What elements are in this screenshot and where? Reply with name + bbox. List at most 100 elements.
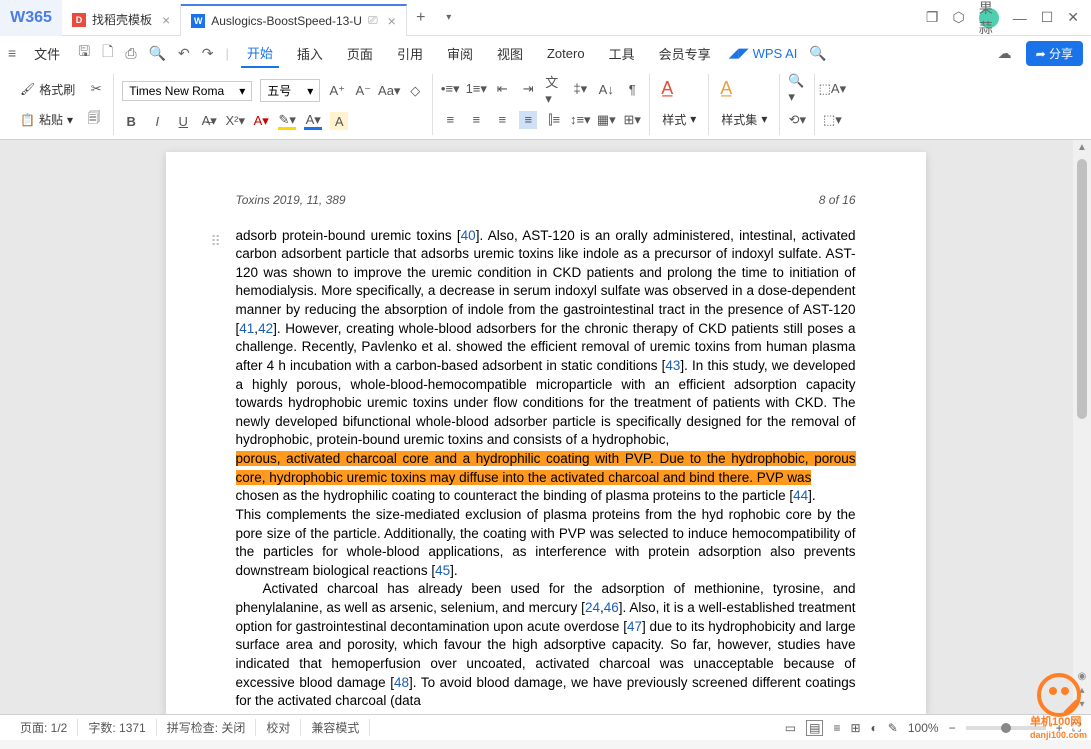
close-icon[interactable]: × xyxy=(388,13,396,29)
ref-link[interactable]: 45 xyxy=(435,563,450,578)
new-icon[interactable]: 🗋 xyxy=(102,41,113,65)
format-brush-button[interactable]: 🖌 格式刷 xyxy=(16,79,79,100)
bold-button[interactable]: B xyxy=(122,112,140,130)
menu-zotero[interactable]: Zotero xyxy=(541,42,591,65)
spacing-icon[interactable]: ↕≡▾ xyxy=(571,111,589,129)
minimize-button[interactable]: — xyxy=(1013,10,1027,26)
align-justify-icon[interactable]: ≡ xyxy=(519,111,537,129)
save-icon[interactable]: 🖫 xyxy=(78,41,90,65)
menu-view[interactable]: 视图 xyxy=(491,40,529,67)
document-area[interactable]: ⠿ Toxins 2019, 11, 389 8 of 16 adsorb pr… xyxy=(0,140,1091,714)
zoom-out-button[interactable]: − xyxy=(949,721,956,735)
highlighted-text[interactable]: porous, activated charcoal core and a hy… xyxy=(236,450,856,487)
body-paragraph[interactable]: This complements the size-mediated exclu… xyxy=(236,506,856,581)
menu-member[interactable]: 会员专享 xyxy=(653,40,717,67)
find-icon[interactable]: 🔍▾ xyxy=(788,80,806,98)
cloud-icon[interactable]: ☁ xyxy=(998,45,1012,62)
proof-status[interactable]: 校对 xyxy=(256,719,301,736)
cube-icon[interactable]: ⬡ xyxy=(952,9,964,26)
body-paragraph[interactable]: chosen as the hydrophilic coating to cou… xyxy=(236,487,856,506)
app-logo[interactable]: W365 xyxy=(0,0,62,36)
select-icon[interactable]: ⬚▾ xyxy=(823,111,841,129)
bullet-list-icon[interactable]: •≡▾ xyxy=(441,80,459,98)
share-button[interactable]: ➦ 分享 xyxy=(1026,41,1083,66)
ref-link[interactable]: 46 xyxy=(604,600,619,615)
styleset-button[interactable]: 样式集▾ xyxy=(717,109,771,130)
decrease-indent-icon[interactable]: ⇤ xyxy=(493,80,511,98)
superscript-button[interactable]: X²▾ xyxy=(226,112,244,130)
borders-icon[interactable]: ⊞▾ xyxy=(623,111,641,129)
paste-button[interactable]: 📋 粘贴 ▾ xyxy=(16,109,77,130)
ref-link[interactable]: 24 xyxy=(585,600,600,615)
zoom-thumb[interactable] xyxy=(1001,723,1011,733)
styleset-icon[interactable]: A̲ xyxy=(717,80,735,98)
word-count[interactable]: 字数: 1371 xyxy=(78,719,156,736)
vertical-scrollbar[interactable]: ▲ ◉ ▴ ▾ xyxy=(1073,140,1091,714)
new-tab-button[interactable]: + xyxy=(407,9,435,27)
page-indicator[interactable]: 页面: 1/2 xyxy=(10,719,78,736)
underline-button[interactable]: U xyxy=(174,112,192,130)
increase-indent-icon[interactable]: ⇥ xyxy=(519,80,537,98)
style-button[interactable]: 样式▾ xyxy=(658,109,700,130)
avatar[interactable]: 果蒜 xyxy=(979,8,999,28)
align-right-icon[interactable]: ≡ xyxy=(493,111,511,129)
scroll-up-icon[interactable]: ▲ xyxy=(1073,140,1091,155)
view-web-icon[interactable]: ⊞ xyxy=(850,721,860,735)
cut-icon[interactable]: ✂ xyxy=(87,80,105,98)
menu-icon[interactable]: ≡ xyxy=(8,45,16,61)
text-fill-button[interactable]: A▾ xyxy=(304,112,322,130)
menu-review[interactable]: 审阅 xyxy=(441,40,479,67)
distribute-icon[interactable]: ⫿≡ xyxy=(545,111,563,129)
close-button[interactable]: ✕ xyxy=(1067,9,1079,26)
tab-template[interactable]: D 找稻壳模板 × xyxy=(62,4,181,36)
menu-reference[interactable]: 引用 xyxy=(391,40,429,67)
menu-insert[interactable]: 插入 xyxy=(291,40,329,67)
change-case-icon[interactable]: Aa▾ xyxy=(380,82,398,100)
body-paragraph[interactable]: adsorb protein-bound uremic toxins [40].… xyxy=(236,227,856,451)
text-effect-button[interactable]: A xyxy=(330,112,348,130)
search-icon[interactable]: 🔍 xyxy=(809,45,826,62)
show-marks-icon[interactable]: ¶ xyxy=(623,80,641,98)
align-left-icon[interactable]: ≡ xyxy=(441,111,459,129)
sort-icon[interactable]: A↓ xyxy=(597,80,615,98)
menu-start[interactable]: 开始 xyxy=(241,39,279,68)
ref-link[interactable]: 47 xyxy=(627,619,642,634)
ref-link[interactable]: 41 xyxy=(239,321,254,336)
body-paragraph[interactable]: Activated charcoal has already been used… xyxy=(236,580,856,710)
size-select[interactable]: 五号▾ xyxy=(260,79,320,102)
textbox-icon[interactable]: ⬚A▾ xyxy=(823,80,841,98)
ref-link[interactable]: 40 xyxy=(461,228,476,243)
view-page-icon[interactable]: ▤ xyxy=(806,720,823,736)
close-icon[interactable]: × xyxy=(162,12,170,28)
number-list-icon[interactable]: 1≡▾ xyxy=(467,80,485,98)
zoom-level[interactable]: 100% xyxy=(908,721,939,735)
ref-link[interactable]: 43 xyxy=(665,358,680,373)
menu-page[interactable]: 页面 xyxy=(341,40,379,67)
shrink-font-icon[interactable]: A⁻ xyxy=(354,82,372,100)
scroll-thumb[interactable] xyxy=(1077,159,1087,419)
grow-font-icon[interactable]: A⁺ xyxy=(328,82,346,100)
paragraph-handle[interactable]: ⠿ xyxy=(211,232,221,251)
preview-icon[interactable]: 🔍 xyxy=(149,45,166,62)
line-spacing-icon[interactable]: ‡▾ xyxy=(571,80,589,98)
view-read-icon[interactable]: ≡ xyxy=(833,721,840,735)
wps-ai-button[interactable]: ◢◤WPS AI xyxy=(729,45,798,61)
ref-link[interactable]: 48 xyxy=(394,675,409,690)
font-select[interactable]: Times New Roma▾ xyxy=(122,81,252,101)
menu-tools[interactable]: 工具 xyxy=(603,40,641,67)
print-icon[interactable]: ⎙ xyxy=(125,45,136,62)
style-icon[interactable]: A̲ xyxy=(658,80,676,98)
copy-icon[interactable]: 🗐 xyxy=(85,111,103,129)
align-center-icon[interactable]: ≡ xyxy=(467,111,485,129)
ref-link[interactable]: 42 xyxy=(258,321,273,336)
color-mode-icon[interactable]: ◐ xyxy=(871,721,878,735)
font-color-button[interactable]: A▾ xyxy=(252,112,270,130)
strike-button[interactable]: A̶▾ xyxy=(200,112,218,130)
clear-format-icon[interactable]: ◇ xyxy=(406,82,424,100)
tab-document[interactable]: W Auslogics-BoostSpeed-13-U ⎚ × xyxy=(181,4,407,36)
compat-mode[interactable]: 兼容模式 xyxy=(301,719,370,736)
tab-dropdown[interactable]: ▾ xyxy=(435,12,463,23)
redo-icon[interactable]: ↷ xyxy=(202,45,214,62)
highlight-button[interactable]: ✎▾ xyxy=(278,112,296,130)
spellcheck-status[interactable]: 拼写检查: 关闭 xyxy=(157,719,257,736)
